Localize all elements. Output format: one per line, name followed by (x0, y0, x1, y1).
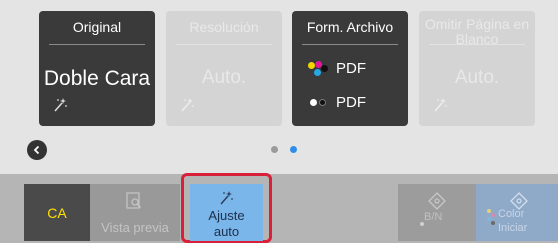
start-label: Iniciar (498, 222, 528, 234)
card-divider (176, 44, 272, 45)
auto-wand-icon (220, 191, 233, 205)
bw-format-row: PDF (308, 94, 366, 111)
resolution-card: Resolución Auto. (166, 11, 282, 126)
ca-button[interactable]: CA (24, 184, 90, 241)
color-format-label: PDF (336, 60, 366, 77)
color-dots-icon (308, 60, 330, 77)
color-dots-icon (487, 209, 495, 225)
bw-start-button[interactable]: B/N (398, 184, 476, 241)
page-indicator-dot-active[interactable] (290, 146, 297, 153)
skip-blank-page-card-value: Auto. (454, 67, 500, 88)
resolution-card-title: Resolución (189, 19, 259, 35)
chevron-left-icon (33, 145, 40, 155)
settings-panel: Original Doble Cara Resolución Auto. For… (0, 0, 558, 174)
color-start-button[interactable]: Color Iniciar (476, 184, 558, 241)
preview-document-icon (126, 192, 142, 209)
card-divider (302, 44, 398, 45)
original-card-title: Original (72, 19, 122, 35)
color-format-row: PDF (308, 60, 366, 77)
auto-wand-icon (181, 98, 194, 112)
auto-adjust-label-line2: auto (213, 224, 240, 239)
auto-wand-icon (434, 98, 447, 112)
back-button[interactable] (27, 140, 47, 160)
preview-button-label: Vista previa (101, 220, 169, 235)
color-label: Color (498, 208, 525, 220)
original-card-value: Doble Cara (43, 67, 151, 90)
original-card[interactable]: Original Doble Cara (39, 11, 155, 126)
resolution-card-value: Auto. (201, 67, 247, 88)
card-divider (429, 44, 525, 45)
start-diamond-icon (428, 192, 446, 210)
auto-adjust-label-line1: Ajuste (208, 208, 245, 223)
skip-blank-page-card-title: Omitir Página en Blanco (424, 16, 530, 47)
auto-adjust-label: Ajuste auto (190, 208, 263, 240)
preview-button[interactable]: Vista previa (90, 184, 180, 241)
page-indicator-dot[interactable] (271, 146, 278, 153)
auto-wand-icon (54, 98, 67, 112)
auto-adjust-button[interactable]: Ajuste auto (190, 184, 263, 241)
file-format-card[interactable]: Form. Archivo PDF PDF (292, 11, 408, 126)
bw-label: B/N (424, 211, 443, 223)
file-format-card-title: Form. Archivo (306, 19, 394, 35)
bw-format-label: PDF (336, 94, 366, 111)
bw-dots-icon (308, 95, 330, 111)
card-divider (49, 44, 145, 45)
skip-blank-page-card: Omitir Página en Blanco Auto. (419, 11, 535, 126)
bw-dot-icon (420, 222, 424, 226)
